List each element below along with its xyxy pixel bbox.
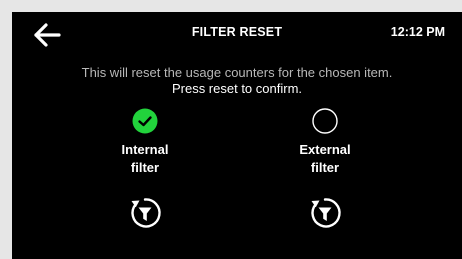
option-external-filter: External filter — [270, 108, 380, 177]
reset-external-filter-button[interactable] — [307, 195, 343, 231]
filter-reset-icon — [131, 198, 161, 228]
filter-reset-screen: FILTER RESET 12:12 PM This will reset th… — [12, 12, 462, 259]
clock-time: 12:12 PM — [390, 25, 445, 39]
option-label-external: External filter — [299, 142, 351, 175]
radio-internal-filter[interactable] — [132, 108, 158, 134]
option-label-internal: Internal filter — [121, 142, 169, 175]
filter-reset-icon — [311, 198, 341, 228]
instruction-message: This will reset the usage counters for t… — [12, 65, 462, 97]
option-internal-filter: Internal filter — [90, 108, 200, 177]
radio-external-filter[interactable] — [312, 108, 338, 134]
instruction-line-1: This will reset the usage counters for t… — [81, 65, 393, 80]
instruction-line-2: Press reset to confirm. — [171, 81, 303, 96]
reset-internal-filter-button[interactable] — [127, 195, 163, 231]
